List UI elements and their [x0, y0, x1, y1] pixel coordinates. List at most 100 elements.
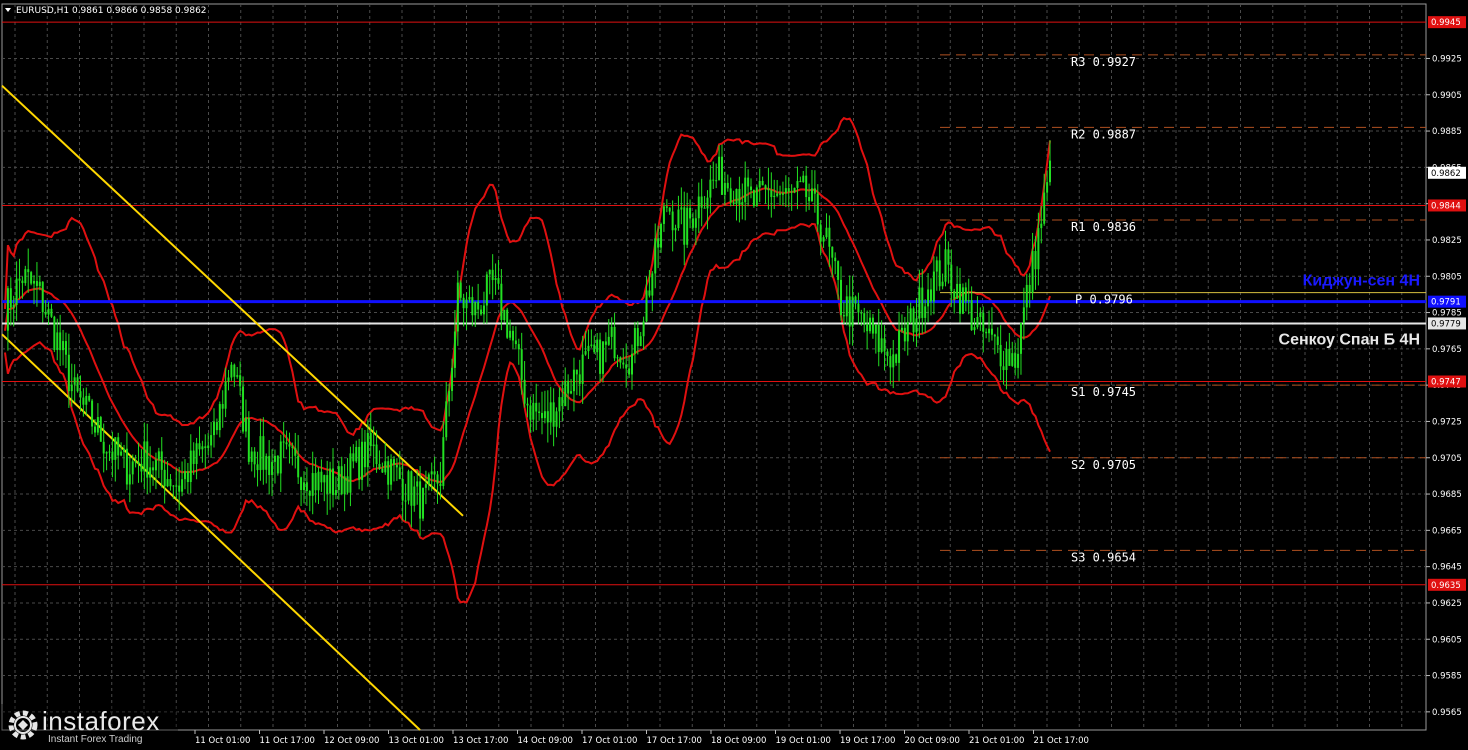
candle-body: [233, 364, 236, 377]
candle-body: [668, 207, 671, 212]
candle-body: [874, 324, 877, 334]
candle-body: [776, 193, 779, 196]
candle-body: [964, 287, 967, 302]
candle-body: [44, 312, 47, 315]
candle-body: [381, 468, 384, 473]
candle-body: [282, 441, 285, 443]
candle-body: [285, 442, 288, 445]
candle-body: [24, 269, 27, 284]
candle-body: [764, 185, 767, 189]
candle-body: [6, 288, 9, 331]
candle-body: [871, 317, 874, 334]
candle-body: [186, 471, 189, 483]
pivot-label: R2 0.9887: [1071, 127, 1136, 141]
candle-body: [915, 318, 918, 333]
candle-body: [12, 305, 15, 308]
candle-body: [35, 280, 38, 286]
candle-body: [819, 224, 822, 242]
candle-body: [407, 471, 410, 501]
candle-body: [1008, 348, 1011, 366]
candle-body: [645, 290, 648, 322]
candle-body: [848, 296, 851, 327]
time-tick-label: 21 Oct 17:00: [1034, 736, 1089, 746]
price-tag-label: 0.9844: [1431, 201, 1461, 211]
candle-body: [671, 211, 674, 231]
candle-body: [207, 445, 210, 449]
candle-body: [91, 400, 94, 427]
price-tick-label: 0.9725: [1432, 417, 1462, 427]
candle-body: [822, 237, 825, 242]
candle-body: [108, 451, 111, 453]
candle-body: [482, 305, 485, 315]
candle-body: [738, 188, 741, 205]
candle-body: [215, 422, 218, 431]
candle-body: [898, 330, 901, 363]
candle-body: [262, 436, 265, 470]
instaforex-logo: instaforex Instant Forex Trading: [0, 704, 178, 748]
candle-body: [38, 281, 41, 286]
candle-body: [375, 444, 378, 465]
pivot-label: S1 0.9745: [1071, 385, 1136, 399]
candle-body: [976, 316, 979, 328]
candle-body: [1002, 366, 1005, 371]
candle-body: [462, 297, 465, 309]
candle-body: [810, 188, 813, 202]
candle-body: [172, 485, 175, 487]
candle-body: [564, 380, 567, 407]
candle-body: [587, 345, 590, 352]
candle-body: [657, 238, 660, 248]
time-tick-label: 17 Oct 01:00: [582, 736, 637, 746]
candle-body: [770, 190, 773, 198]
candle-body: [903, 327, 906, 342]
candle-body: [1043, 192, 1046, 224]
candle-body: [999, 344, 1002, 367]
candle-body: [152, 467, 155, 471]
gear-logo-icon: [8, 710, 38, 740]
candle-body: [590, 344, 593, 346]
candle-body: [114, 437, 117, 460]
candle-body: [465, 299, 468, 309]
candle-body: [494, 278, 497, 281]
candle-body: [918, 287, 921, 319]
candle-body: [317, 471, 320, 491]
candle-body: [361, 441, 364, 480]
candle-body: [912, 308, 915, 333]
candle-body: [291, 446, 294, 448]
candle-body: [944, 249, 947, 282]
candle-body: [99, 417, 102, 442]
candle-body: [883, 338, 886, 352]
candle-body: [242, 386, 245, 432]
candle-body: [715, 180, 718, 182]
candle-body: [793, 187, 796, 193]
candle-body: [445, 401, 448, 438]
pivot-label: S3 0.9654: [1071, 550, 1136, 564]
candle-body: [854, 296, 857, 304]
candle-body: [718, 156, 721, 181]
candle-body: [741, 202, 744, 205]
candle-body: [709, 179, 712, 198]
candle-body: [691, 218, 694, 228]
candle-body: [514, 340, 517, 345]
candle-body: [149, 467, 152, 478]
candle-body: [686, 207, 689, 245]
candle-body: [384, 461, 387, 473]
candle-body: [79, 391, 82, 398]
candle-body: [268, 456, 271, 475]
candle-body: [1028, 284, 1031, 293]
candle-body: [27, 269, 30, 273]
logo-tagline: Instant Forex Trading: [48, 734, 143, 745]
candle-body: [213, 422, 215, 436]
candle-body: [648, 290, 651, 296]
candle-body: [349, 453, 352, 493]
candle-body: [729, 188, 732, 203]
candle-body: [1049, 160, 1051, 183]
candle-body: [680, 207, 683, 210]
price-chart[interactable]: R3 0.9927 R2 0.9887 R1 0.9836 P 0.9796 S1 0.…: [0, 0, 1468, 750]
candle-body: [398, 467, 401, 479]
price-tick-label: 0.9645: [1432, 563, 1462, 573]
chart-root: R3 0.9927 R2 0.9887 R1 0.9836 P 0.9796 S1 0.…: [0, 0, 1468, 750]
candle-body: [805, 175, 808, 198]
candle-body: [636, 328, 639, 347]
candle-body: [610, 326, 613, 337]
candle-body: [665, 206, 668, 208]
